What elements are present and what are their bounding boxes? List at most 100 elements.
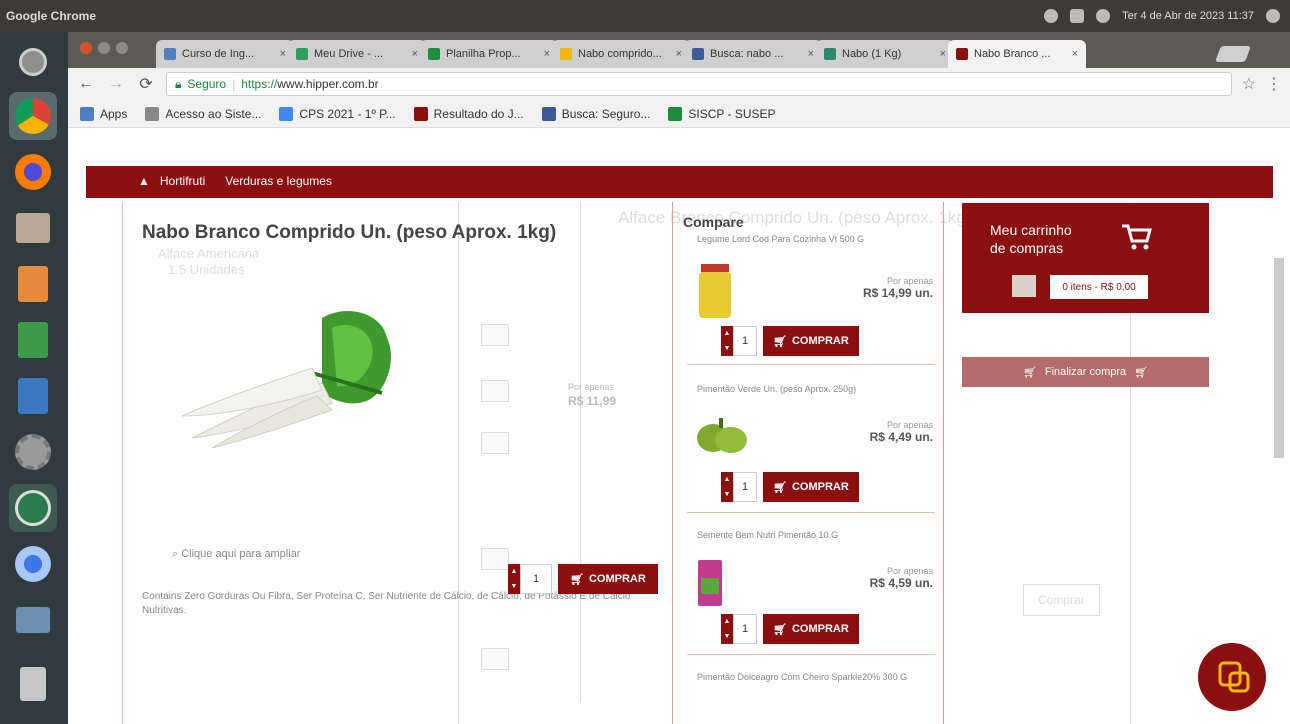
dash-icon[interactable] (9, 38, 57, 86)
tab[interactable]: Nabo (1 Kg) × (816, 40, 954, 68)
product-image[interactable] (172, 298, 412, 448)
compare-item-image[interactable] (695, 414, 749, 458)
home-icon[interactable]: ▲ (138, 174, 150, 188)
maximize-window-icon[interactable] (116, 42, 128, 54)
volume-icon[interactable] (1096, 9, 1111, 23)
compare-item-name[interactable]: Semente Bem Nutri Pimentão 10 G (697, 530, 838, 540)
close-tab-icon[interactable]: × (274, 48, 286, 60)
chrome-icon[interactable] (9, 92, 57, 140)
cart-summary[interactable]: 0 itens - R$ 0,00 (1050, 275, 1148, 299)
writer-icon[interactable] (9, 372, 57, 420)
close-tab-icon[interactable]: × (538, 48, 550, 60)
divider (122, 202, 123, 724)
compare-item-image[interactable] (695, 558, 725, 608)
compare-item-image[interactable] (695, 264, 735, 320)
buy-button[interactable]: 🛒︎ COMPRAR (763, 472, 859, 502)
buy-button-label: COMPRAR (588, 573, 646, 585)
close-tab-icon[interactable]: × (670, 48, 682, 60)
breadcrumb-home[interactable]: Hortifruti (160, 174, 205, 188)
clock[interactable]: Ter 4 de Abr de 2023 11:37 (1122, 10, 1254, 22)
scrollbar[interactable] (1274, 258, 1284, 458)
compare-item-name[interactable]: Legume Lord Cod Para Cozinha Vt 500 G (697, 234, 864, 244)
firefox-icon[interactable] (9, 148, 57, 196)
bookmark-item[interactable]: SISCP - SUSEP (668, 106, 776, 121)
close-window-icon[interactable] (80, 42, 92, 54)
chevron-up-icon[interactable]: ▲ (724, 476, 731, 483)
close-tab-icon[interactable]: × (802, 48, 814, 60)
reload-icon[interactable]: ⟳ (136, 74, 156, 94)
compare-buy-group: ▲ ▼ 1 🛒︎ COMPRAR (721, 614, 859, 644)
buy-button[interactable]: 🛒︎ COMPRAR (763, 614, 859, 644)
chevron-down-icon[interactable]: ▼ (724, 491, 731, 498)
power-icon[interactable] (1266, 9, 1280, 23)
buy-button[interactable]: 🛒︎ COMPRAR (763, 326, 859, 356)
forward-icon[interactable]: → (106, 75, 126, 93)
settings-icon[interactable] (9, 428, 57, 476)
menu-icon[interactable]: ⋮ (1266, 74, 1282, 94)
qty-stepper[interactable]: ▲ ▼ (721, 472, 733, 502)
shopping-cart-icon[interactable] (1122, 223, 1152, 251)
checkout-button[interactable]: 🛒︎ Finalizar compra 🛒︎ (962, 357, 1209, 387)
favicon-icon (692, 48, 704, 60)
separator (687, 512, 935, 513)
address-bar[interactable]: 🔒︎ Seguro | https://www.hipper.com.br (166, 72, 1232, 96)
buy-button[interactable]: 🛒︎ COMPRAR (558, 564, 658, 594)
impress-icon[interactable] (9, 260, 57, 308)
compare-item-name[interactable]: Pimentão Dolceagro Com Cheiro Sparkle20%… (697, 672, 907, 682)
tab[interactable]: Curso de Ing... × (156, 40, 294, 68)
bookmark-label: Resultado do J... (433, 106, 524, 121)
close-tab-icon[interactable]: × (406, 48, 418, 60)
tab[interactable]: Nabo comprido... × (552, 40, 690, 68)
thumbnail[interactable] (481, 548, 509, 570)
help-chat-button[interactable] (1198, 643, 1266, 711)
chevron-down-icon[interactable]: ▼ (511, 583, 518, 590)
chevron-up-icon[interactable]: ▲ (511, 568, 518, 575)
bookmark-item[interactable]: Acesso ao Siste... (145, 106, 261, 121)
trash-icon[interactable] (9, 660, 57, 708)
new-tab-button[interactable] (1215, 46, 1251, 62)
qty-input[interactable]: 1 (733, 614, 757, 644)
keyboard-icon[interactable] (1070, 9, 1085, 23)
compare-item-price: Por apenas R$ 4,59 un. (833, 566, 933, 590)
chevron-down-icon[interactable]: ▼ (724, 345, 731, 352)
page-content: Alface Branco Comprido Un. (peso Aprox. … (68, 128, 1290, 724)
bookmark-item[interactable]: Busca: Seguro... (541, 106, 650, 121)
network-icon[interactable] (1044, 9, 1059, 23)
calc-icon[interactable] (9, 316, 57, 364)
chevron-down-icon[interactable]: ▼ (724, 633, 731, 640)
compare-item-name[interactable]: Pimentão Verde Un. (peso Aprox. 250g) (697, 384, 856, 394)
close-tab-icon[interactable]: × (934, 48, 946, 60)
minimize-window-icon[interactable] (98, 42, 110, 54)
qty-input[interactable]: 1 (733, 472, 757, 502)
tab[interactable]: Busca: nabo ... × (684, 40, 822, 68)
qty-stepper[interactable]: ▲ ▼ (508, 564, 520, 594)
thumbnail[interactable] (481, 432, 509, 454)
thumbnail[interactable] (481, 648, 509, 670)
qty-stepper[interactable]: ▲ ▼ (721, 326, 733, 356)
zoom-hint[interactable]: ⌕ Clique aqui para ampliar (172, 548, 300, 561)
tab[interactable]: Meu Drive - ... × (288, 40, 426, 68)
bookmark-item[interactable]: CPS 2021 - 1º P... (279, 106, 396, 121)
qty-stepper[interactable]: ▲ ▼ (721, 614, 733, 644)
back-icon[interactable]: ← (76, 75, 96, 93)
app-icon[interactable] (9, 484, 57, 532)
close-tab-icon[interactable]: × (1066, 48, 1078, 60)
thumbnail[interactable] (481, 324, 509, 346)
chevron-up-icon[interactable]: ▲ (724, 618, 731, 625)
trash-icon[interactable] (1012, 275, 1036, 297)
chromium-icon[interactable] (9, 540, 57, 588)
ghost-price: R$ 11,99 (568, 394, 617, 408)
thumbnail[interactable] (481, 380, 509, 402)
breadcrumb-current[interactable]: Verduras e legumes (225, 174, 332, 188)
cart-icon: 🛒︎ (773, 335, 787, 348)
files-icon[interactable] (9, 204, 57, 252)
tab[interactable]: Planilha Prop... × (420, 40, 558, 68)
tab[interactable]: Nabo Branco ... × (948, 40, 1086, 68)
bookmark-item[interactable]: Apps (80, 106, 127, 121)
remote-desktop-icon[interactable] (9, 596, 57, 644)
bookmark-item[interactable]: Resultado do J... (413, 106, 524, 121)
bookmark-star-icon[interactable]: ☆ (1242, 74, 1256, 94)
chevron-up-icon[interactable]: ▲ (724, 330, 731, 337)
qty-input[interactable]: 1 (733, 326, 757, 356)
qty-input[interactable]: 1 (520, 564, 552, 594)
